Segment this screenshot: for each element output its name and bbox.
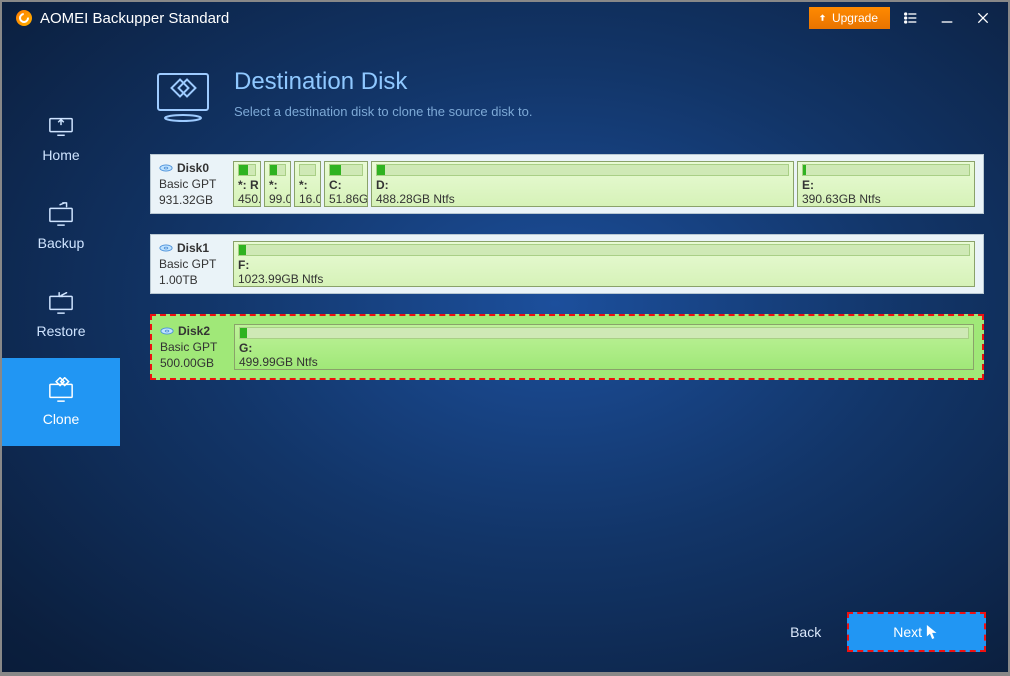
partition-usage-bar: [239, 327, 969, 339]
backup-icon: [46, 201, 76, 227]
sidebar-item-label: Clone: [43, 411, 80, 427]
partition[interactable]: E:390.63GB Ntfs: [797, 161, 975, 207]
partition[interactable]: *:16.0: [294, 161, 321, 207]
disk-icon: [159, 162, 173, 174]
back-button[interactable]: Back: [790, 624, 821, 640]
disk-size: 500.00GB: [160, 356, 234, 370]
upgrade-label: Upgrade: [832, 11, 878, 25]
partition-size: 390.63GB Ntfs: [802, 192, 881, 206]
partition-usage-bar: [376, 164, 789, 176]
sidebar-item-label: Backup: [38, 235, 85, 251]
disk-card[interactable]: Disk2Basic GPT500.00GBG:499.99GB Ntfs: [150, 314, 984, 380]
home-icon: [46, 113, 76, 139]
partition-label: *: R: [238, 178, 256, 192]
partition-usage-bar: [329, 164, 363, 176]
partition-label: C:: [329, 178, 363, 192]
partition[interactable]: *:99.0: [264, 161, 291, 207]
next-label: Next: [893, 624, 922, 640]
disk-name: Disk2: [160, 324, 234, 338]
partition-size: 1023.99GB Ntfs: [238, 272, 323, 286]
partition[interactable]: C:51.86GB: [324, 161, 368, 207]
partition-usage-bar: [238, 164, 256, 176]
partition-label: F:: [238, 258, 970, 272]
app-window: AOMEI Backupper Standard Upgrade Home Ba…: [2, 2, 1008, 672]
disk-icon: [160, 325, 174, 337]
page-header: Destination Disk Select a destination di…: [150, 68, 984, 126]
menu-button[interactable]: [896, 4, 926, 32]
disk-info: Disk0 Basic GPT 931.32GB: [159, 161, 233, 207]
sidebar: Home Backup Restore Clone: [2, 34, 120, 672]
disk-name: Disk1: [159, 241, 233, 255]
disk-size: 1.00TB: [159, 273, 233, 287]
clone-icon: [46, 377, 76, 403]
sidebar-item-label: Home: [42, 147, 79, 163]
minimize-button[interactable]: [932, 4, 962, 32]
disk-info: Disk2 Basic GPT 500.00GB: [160, 324, 234, 370]
partition-row: *: R450.*:99.0*:16.0C:51.86GBD:488.28GB …: [233, 161, 975, 207]
minimize-icon: [939, 10, 955, 26]
partition[interactable]: F:1023.99GB Ntfs: [233, 241, 975, 287]
main-content: Destination Disk Select a destination di…: [120, 34, 1008, 672]
disk-list: Disk0Basic GPT931.32GB*: R450.*:99.0*:16…: [150, 154, 984, 380]
cursor-icon: [926, 624, 940, 640]
partition-size: 99.0: [269, 192, 291, 206]
partition-size: 51.86GB: [329, 192, 368, 206]
close-button[interactable]: [968, 4, 998, 32]
page-subtitle: Select a destination disk to clone the s…: [234, 104, 532, 119]
next-button[interactable]: Next: [847, 612, 986, 652]
partition-size: 450.: [238, 192, 261, 206]
disk-type: Basic GPT: [159, 257, 233, 271]
partition-size: 16.0: [299, 192, 321, 206]
footer: Back Next: [790, 612, 986, 652]
destination-disk-icon: [150, 68, 216, 126]
disk-card[interactable]: Disk1Basic GPT1.00TBF:1023.99GB Ntfs: [150, 234, 984, 294]
disk-size: 931.32GB: [159, 193, 233, 207]
menu-list-icon: [903, 10, 919, 26]
restore-icon: [46, 289, 76, 315]
upgrade-icon: [817, 13, 828, 24]
partition-usage-bar: [299, 164, 316, 176]
close-icon: [975, 10, 991, 26]
disk-icon: [159, 242, 173, 254]
disk-info: Disk1 Basic GPT 1.00TB: [159, 241, 233, 287]
partition-label: G:: [239, 341, 969, 355]
sidebar-item-label: Restore: [36, 323, 85, 339]
sidebar-item-backup[interactable]: Backup: [2, 182, 120, 270]
app-logo-icon: [16, 10, 32, 26]
app-title: AOMEI Backupper Standard: [40, 10, 229, 27]
disk-type: Basic GPT: [159, 177, 233, 191]
sidebar-item-home[interactable]: Home: [2, 94, 120, 182]
title-bar: AOMEI Backupper Standard Upgrade: [2, 2, 1008, 34]
partition[interactable]: *: R450.: [233, 161, 261, 207]
sidebar-item-clone[interactable]: Clone: [2, 358, 120, 446]
partition-label: E:: [802, 178, 970, 192]
partition-row: G:499.99GB Ntfs: [234, 324, 974, 370]
partition-size: 499.99GB Ntfs: [239, 355, 318, 369]
partition-label: *:: [269, 178, 286, 192]
disk-type: Basic GPT: [160, 340, 234, 354]
partition-label: *:: [299, 178, 316, 192]
partition-usage-bar: [238, 244, 970, 256]
partition-usage-bar: [802, 164, 970, 176]
partition[interactable]: G:499.99GB Ntfs: [234, 324, 974, 370]
partition-label: D:: [376, 178, 789, 192]
partition-row: F:1023.99GB Ntfs: [233, 241, 975, 287]
partition-size: 488.28GB Ntfs: [376, 192, 455, 206]
disk-card[interactable]: Disk0Basic GPT931.32GB*: R450.*:99.0*:16…: [150, 154, 984, 214]
disk-name: Disk0: [159, 161, 233, 175]
partition-usage-bar: [269, 164, 286, 176]
upgrade-button[interactable]: Upgrade: [809, 7, 890, 29]
page-title: Destination Disk: [234, 68, 532, 96]
partition[interactable]: D:488.28GB Ntfs: [371, 161, 794, 207]
sidebar-item-restore[interactable]: Restore: [2, 270, 120, 358]
